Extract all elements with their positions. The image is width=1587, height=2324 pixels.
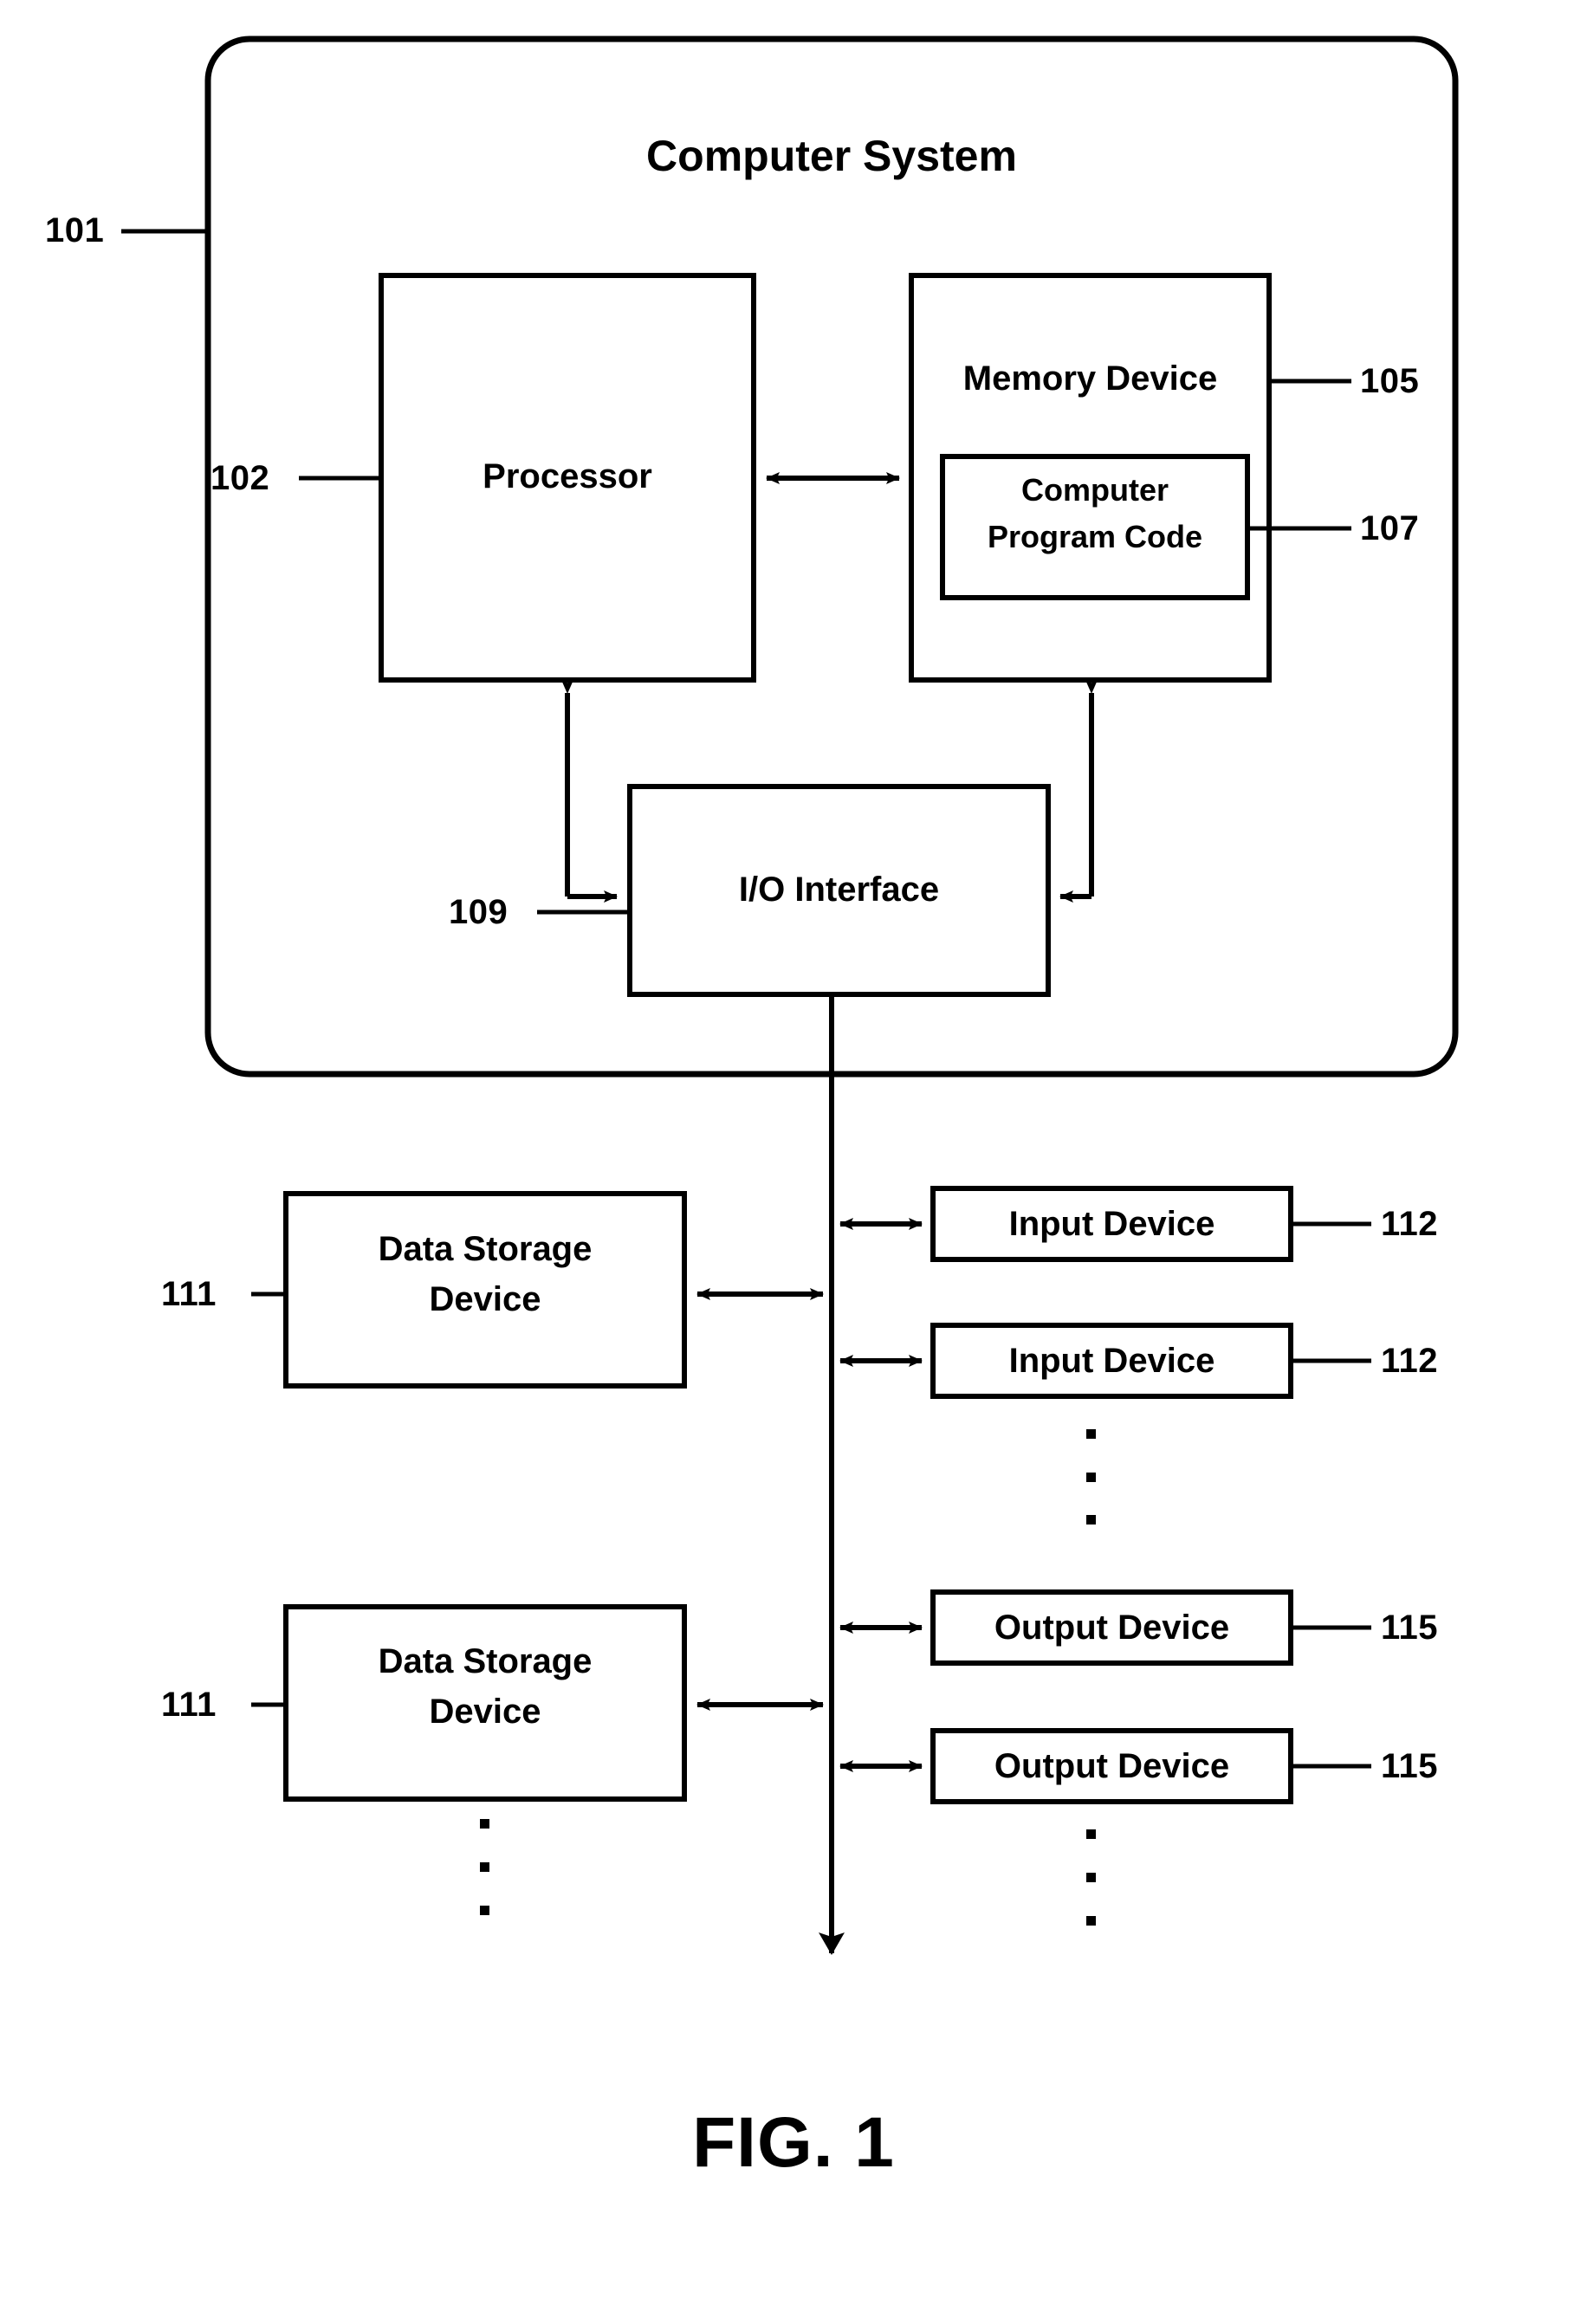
ellipsis-data-storage-devices xyxy=(480,1819,489,1915)
patent-figure-1: Computer System 101 Processor 102 Memory… xyxy=(0,0,1587,2324)
reference-numeral-112-b: 112 xyxy=(1381,1342,1439,1380)
figure-caption: FIG. 1 xyxy=(692,2103,895,2182)
reference-numeral-111-b: 111 xyxy=(161,1686,217,1724)
ellipsis-input-devices xyxy=(1086,1429,1096,1525)
processor-label: Processor xyxy=(483,457,652,495)
output-device-2-label: Output Device xyxy=(994,1747,1230,1785)
reference-numeral-109: 109 xyxy=(449,893,508,931)
input-device-2-label: Input Device xyxy=(1008,1342,1215,1380)
reference-numeral-105: 105 xyxy=(1360,362,1420,400)
io-interface-label: I/O Interface xyxy=(738,871,940,909)
data-storage-device-2-label-line2: Device xyxy=(429,1693,541,1731)
reference-numeral-102: 102 xyxy=(211,459,270,497)
reference-numeral-101: 101 xyxy=(45,211,105,249)
reference-numeral-115-a: 115 xyxy=(1381,1609,1439,1647)
memory-device-label: Memory Device xyxy=(962,359,1218,398)
reference-numeral-107: 107 xyxy=(1360,509,1420,547)
ellipsis-output-devices xyxy=(1086,1829,1096,1926)
computer-program-code-label-line2: Program Code xyxy=(987,519,1203,554)
computer-program-code-label-line1: Computer xyxy=(1021,472,1169,508)
reference-numeral-111-a: 111 xyxy=(161,1275,217,1313)
data-storage-device-1-label-line1: Data Storage xyxy=(378,1230,593,1268)
data-storage-device-2-label-line1: Data Storage xyxy=(378,1642,593,1680)
data-storage-device-1-label-line2: Device xyxy=(429,1280,541,1318)
diagram-vector-layer xyxy=(121,36,1459,1955)
output-device-1-label: Output Device xyxy=(994,1609,1230,1647)
computer-system-title: Computer System xyxy=(646,132,1017,180)
input-device-1-label: Input Device xyxy=(1008,1205,1215,1243)
reference-numeral-115-b: 115 xyxy=(1381,1747,1439,1785)
reference-numeral-112-a: 112 xyxy=(1381,1205,1439,1243)
